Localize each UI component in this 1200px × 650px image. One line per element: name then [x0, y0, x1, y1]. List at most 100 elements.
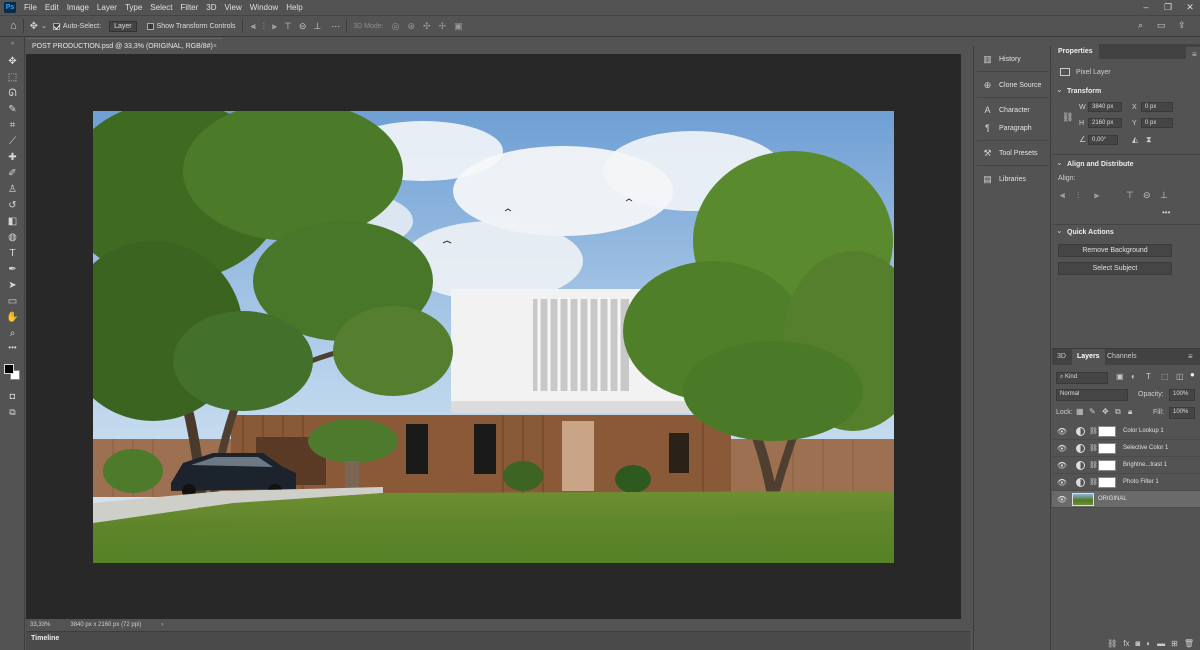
layer-mask-thumbnail[interactable]: [1098, 425, 1116, 437]
panel-tool-presets[interactable]: ⚒ Tool Presets: [974, 144, 1052, 162]
flip-vertical-icon[interactable]: ⧗: [1146, 135, 1152, 145]
filter-shape-icon[interactable]: ⬚: [1161, 372, 1169, 381]
layer-row[interactable]: 👁︎ ⛓ Color Lookup 1: [1052, 423, 1200, 440]
lock-position-icon[interactable]: ✥: [1102, 407, 1109, 416]
link-layers-icon[interactable]: ⛓: [1107, 639, 1117, 648]
rectangle-tool-icon[interactable]: ▭: [4, 295, 21, 309]
blend-mode-dropdown[interactable]: Normal: [1056, 389, 1128, 401]
auto-select-checkbox[interactable]: [52, 22, 60, 30]
layer-name[interactable]: Photo Filter 1: [1123, 479, 1159, 485]
remove-background-button[interactable]: Remove Background: [1058, 244, 1172, 257]
gradient-tool-icon[interactable]: ◍: [4, 231, 21, 245]
crop-tool-icon[interactable]: ⌗: [4, 119, 21, 133]
new-layer-icon[interactable]: ⊞: [1171, 639, 1178, 648]
align-right-edges-icon[interactable]: ⫸: [1094, 190, 1099, 201]
flip-horizontal-icon[interactable]: ◭: [1132, 135, 1138, 144]
layer-row[interactable]: 👁︎ ⛓ Photo Filter 1: [1052, 474, 1200, 491]
layer-name[interactable]: Brightne...trast 1: [1123, 462, 1167, 468]
visibility-eye-icon[interactable]: 👁︎: [1056, 427, 1068, 436]
select-subject-button[interactable]: Select Subject: [1058, 262, 1172, 275]
lock-all-icon[interactable]: 🔒︎: [1128, 407, 1132, 417]
zoom-level[interactable]: 33,33%: [30, 622, 50, 628]
align-center-icon[interactable]: ⫶: [263, 21, 265, 32]
filter-pixel-icon[interactable]: ▣: [1116, 372, 1124, 381]
close-tab-icon[interactable]: ×: [213, 39, 217, 54]
x-field[interactable]: 0 px: [1141, 102, 1173, 112]
layer-row[interactable]: 👁︎ ⛓ Selective Color 1: [1052, 440, 1200, 457]
quick-actions-title[interactable]: Quick Actions: [1056, 226, 1114, 236]
scale-3d-icon[interactable]: ▣: [454, 21, 463, 32]
tab-properties[interactable]: Properties: [1052, 44, 1099, 59]
layer-mask-thumbnail[interactable]: [1098, 442, 1116, 454]
lock-transparent-icon[interactable]: ▦: [1076, 407, 1084, 416]
filter-adjustment-icon[interactable]: ◐: [1131, 372, 1136, 381]
kind-filter-dropdown[interactable]: ⌕ Kind: [1056, 372, 1108, 384]
lock-artboard-icon[interactable]: ⧉: [1115, 407, 1121, 417]
add-mask-icon[interactable]: ◙: [1135, 639, 1140, 648]
new-group-icon[interactable]: ▬: [1157, 639, 1165, 648]
lasso-tool-icon[interactable]: ᘏ: [4, 87, 21, 101]
y-field[interactable]: 0 px: [1141, 118, 1173, 128]
stamp-tool-icon[interactable]: ♙: [4, 183, 21, 197]
menu-image[interactable]: Image: [63, 3, 93, 12]
orbit-3d-icon[interactable]: ◎: [392, 21, 400, 32]
more-options-icon[interactable]: •••: [1162, 208, 1170, 217]
layers-menu-icon[interactable]: ≡: [1188, 352, 1193, 361]
angle-field[interactable]: 0,00°: [1088, 135, 1118, 145]
width-field[interactable]: 3840 px: [1088, 102, 1122, 112]
height-field[interactable]: 2160 px: [1088, 118, 1122, 128]
visibility-eye-icon[interactable]: 👁︎: [1056, 478, 1068, 487]
tab-3d[interactable]: 3D: [1052, 349, 1071, 365]
layer-name[interactable]: Selective Color 1: [1123, 445, 1168, 451]
hand-tool-icon[interactable]: ✋: [4, 311, 21, 325]
menu-file[interactable]: File: [20, 3, 41, 12]
filter-type-icon[interactable]: T: [1146, 372, 1151, 381]
panel-paragraph[interactable]: ¶ Paragraph: [974, 119, 1052, 137]
pen-tool-icon[interactable]: ✒: [4, 263, 21, 277]
pan-3d-icon[interactable]: ✣: [423, 21, 431, 32]
menu-layer[interactable]: Layer: [93, 3, 121, 12]
menu-3d[interactable]: 3D: [202, 3, 220, 12]
align-top-icon[interactable]: ⊤: [284, 21, 292, 32]
align-right-icon[interactable]: ⫸: [272, 21, 277, 32]
align-left-icon[interactable]: ⫷: [251, 21, 256, 32]
mask-link-icon[interactable]: ⛓: [1089, 444, 1098, 452]
layer-thumbnail[interactable]: [1072, 493, 1094, 506]
visibility-eye-icon[interactable]: 👁︎: [1056, 495, 1068, 504]
vertical-scrollbar[interactable]: [961, 54, 970, 619]
layer-name[interactable]: ORIGINAL: [1098, 496, 1127, 502]
quick-select-tool-icon[interactable]: ✎: [4, 103, 21, 117]
history-brush-tool-icon[interactable]: ↺: [4, 199, 21, 213]
align-bottom-icon[interactable]: ⊥: [313, 21, 321, 32]
menu-help[interactable]: Help: [282, 3, 306, 12]
chevron-down-icon[interactable]: ⌄: [41, 22, 47, 30]
move-tool-icon[interactable]: ✥: [30, 21, 38, 32]
quick-mask-icon[interactable]: ◘: [4, 389, 21, 403]
mask-link-icon[interactable]: ⛓: [1089, 427, 1098, 435]
eyedropper-tool-icon[interactable]: ⟋: [4, 135, 21, 149]
layer-name[interactable]: Color Lookup 1: [1123, 428, 1164, 434]
filter-toggle-icon[interactable]: ●: [1190, 370, 1195, 379]
slide-3d-icon[interactable]: ✢: [439, 21, 447, 32]
brush-tool-icon[interactable]: ✐: [4, 167, 21, 181]
menu-edit[interactable]: Edit: [41, 3, 63, 12]
document-tab[interactable]: POST PRODUCTION.psd @ 33,3% (ORIGINAL, R…: [26, 38, 222, 54]
align-vertical-centers-icon[interactable]: ⊝: [1143, 190, 1151, 201]
search-icon[interactable]: ⌕: [1138, 20, 1143, 31]
distribute-icon[interactable]: ⋯: [331, 21, 340, 32]
menu-select[interactable]: Select: [146, 3, 176, 12]
move-tool-icon[interactable]: ✥: [4, 55, 21, 69]
healing-tool-icon[interactable]: ✚: [4, 151, 21, 165]
align-bottom-edges-icon[interactable]: ⊥: [1160, 190, 1168, 201]
workspace-icon[interactable]: ▭: [1157, 20, 1166, 31]
restore-icon[interactable]: ❐: [1162, 2, 1174, 13]
delete-layer-icon[interactable]: 🗑︎: [1184, 639, 1194, 648]
panel-character[interactable]: A Character: [974, 101, 1052, 119]
tab-layers[interactable]: Layers: [1072, 349, 1105, 365]
layer-row[interactable]: 👁︎ ⛓ Brightne...trast 1: [1052, 457, 1200, 474]
tab-channels[interactable]: Channels: [1102, 349, 1142, 365]
close-icon[interactable]: ✕: [1184, 2, 1196, 13]
menu-view[interactable]: View: [221, 3, 246, 12]
show-transform-checkbox[interactable]: [146, 22, 154, 30]
layer-mask-thumbnail[interactable]: [1098, 476, 1116, 488]
